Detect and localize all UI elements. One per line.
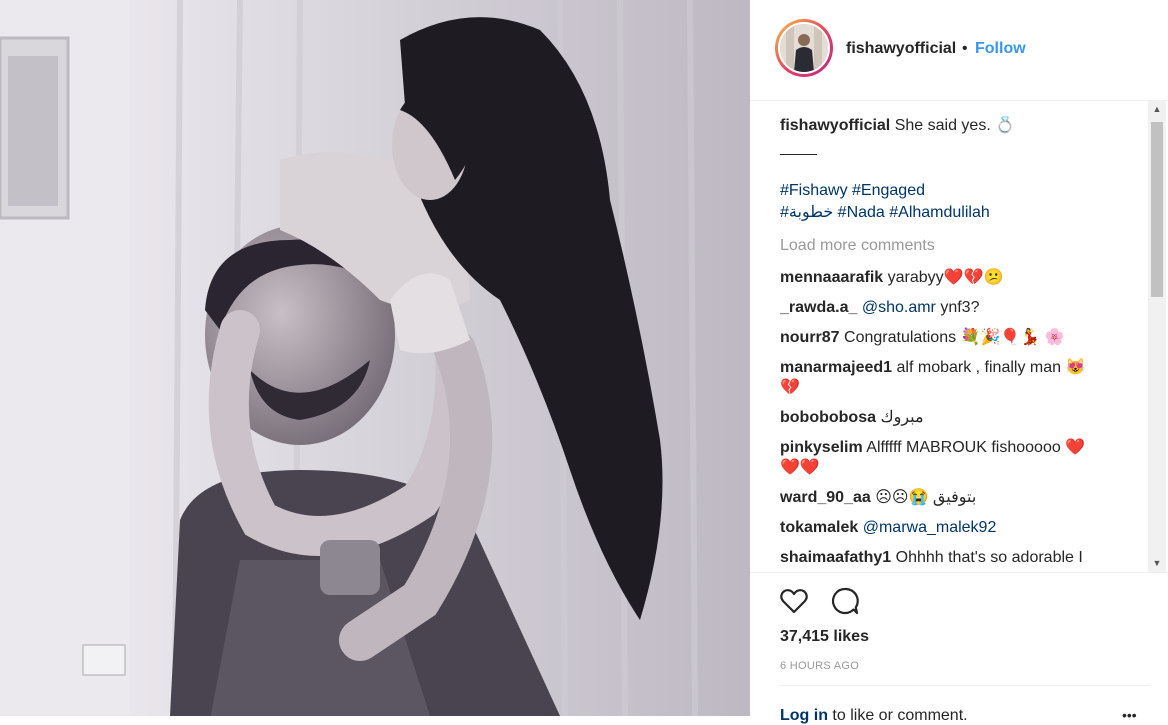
post-timestamp[interactable]: 6 HOURS AGO bbox=[780, 660, 859, 672]
wall-outlet bbox=[82, 644, 126, 676]
comment-mention[interactable]: @sho.amr bbox=[862, 299, 936, 316]
post-side-panel: fishawyofficial • Follow fishawyofficial… bbox=[750, 0, 1168, 724]
comment-text: Ohhhh that's so adorable I bbox=[895, 549, 1083, 566]
post-caption: fishawyofficial She said yes. 💍 bbox=[780, 116, 1140, 136]
follow-button[interactable]: Follow bbox=[975, 40, 1026, 58]
likes-count[interactable]: 37,415 likes bbox=[780, 628, 869, 646]
comments-list[interactable]: fishawyofficial She said yes. 💍 #Fishawy… bbox=[780, 106, 1150, 572]
comment-item: bobobobosa مبروك bbox=[780, 408, 1140, 428]
comment-text: مبروك bbox=[880, 409, 924, 426]
comment-username[interactable]: mennaaarafik bbox=[780, 269, 883, 286]
hashtags-line-2[interactable]: #خطوبة #Nada #Alhamdulilah bbox=[780, 203, 990, 223]
caption-text: She said yes. 💍 bbox=[894, 117, 1016, 134]
caption-username[interactable]: fishawyofficial bbox=[780, 117, 890, 134]
comment-text: Alfffff MABROUK fishooooo ❤️ bbox=[866, 439, 1086, 456]
comment-item: ward_90_aa ☹☹😭 بتوفيق bbox=[780, 488, 1140, 508]
comment-username[interactable]: tokamalek bbox=[780, 519, 858, 536]
comment-username[interactable]: shaimaafathy1 bbox=[780, 549, 891, 566]
comment-text: yarabyy❤️💔😕 bbox=[887, 269, 1004, 286]
comments-scrollbar[interactable]: ▲ ▼ bbox=[1148, 100, 1166, 572]
hashtags-line-1[interactable]: #Fishawy #Engaged bbox=[780, 181, 925, 201]
comment-bubble-icon[interactable] bbox=[829, 585, 861, 617]
heart-outline-icon[interactable] bbox=[778, 585, 810, 617]
comment-username[interactable]: nourr87 bbox=[780, 329, 840, 346]
avatar-image bbox=[780, 24, 828, 72]
comment-username[interactable]: _rawda.a_ bbox=[780, 299, 857, 316]
comment-text: ynf3? bbox=[935, 299, 980, 316]
post-actions: 37,415 likes 6 HOURS AGO Log in to like … bbox=[750, 572, 1168, 724]
comment-username[interactable]: manarmajeed1 bbox=[780, 359, 892, 376]
wristwatch bbox=[320, 540, 380, 595]
photo-illustration bbox=[0, 0, 750, 716]
caption-separator bbox=[780, 154, 817, 155]
comment-item: mennaaarafik yarabyy❤️💔😕 bbox=[780, 268, 1140, 288]
avatar-ring[interactable] bbox=[775, 19, 833, 77]
comment-item: nourr87 Congratulations 💐🎉🎈💃 🌸 bbox=[780, 328, 1140, 348]
comment-username[interactable]: pinkyselim bbox=[780, 439, 863, 456]
scroll-down-arrow-icon[interactable]: ▼ bbox=[1148, 554, 1166, 572]
post-username[interactable]: fishawyofficial bbox=[846, 40, 956, 58]
login-divider bbox=[780, 685, 1150, 686]
comment-text-continued: ❤️❤️ bbox=[780, 459, 820, 476]
comment-item: manarmajeed1 alf mobark , finally man 😻 … bbox=[780, 358, 1140, 398]
comment-text: Congratulations 💐🎉🎈💃 🌸 bbox=[844, 329, 1065, 346]
post-photo[interactable] bbox=[0, 0, 750, 716]
comment-text: alf mobark , finally man 😻 bbox=[896, 359, 1086, 376]
comment-item: _rawda.a_ @sho.amr ynf3? bbox=[780, 298, 1140, 318]
comment-mention[interactable]: @marwa_malek92 bbox=[863, 519, 997, 536]
follow-separator: • bbox=[962, 40, 968, 57]
avatar[interactable] bbox=[778, 22, 830, 74]
post-header: fishawyofficial • Follow bbox=[750, 0, 1168, 101]
comment-text-continued: 💔 bbox=[780, 379, 800, 396]
comment-username[interactable]: ward_90_aa bbox=[780, 489, 871, 506]
scroll-up-arrow-icon[interactable]: ▲ bbox=[1148, 100, 1166, 118]
load-more-comments[interactable]: Load more comments bbox=[780, 236, 935, 256]
comment-item: shaimaafathy1 Ohhhh that's so adorable I bbox=[780, 548, 1140, 568]
scrollbar-thumb[interactable] bbox=[1151, 122, 1163, 297]
comment-text: ☹☹😭 بتوفيق bbox=[875, 489, 977, 506]
more-options-icon[interactable]: ••• bbox=[1122, 707, 1137, 723]
comment-item: pinkyselim Alfffff MABROUK fishooooo ❤️ … bbox=[780, 438, 1140, 478]
login-prompt: Log in to like or comment. bbox=[780, 707, 968, 725]
comment-username[interactable]: bobobobosa bbox=[780, 409, 876, 426]
comment-item: tokamalek @marwa_malek92 bbox=[780, 518, 1140, 538]
